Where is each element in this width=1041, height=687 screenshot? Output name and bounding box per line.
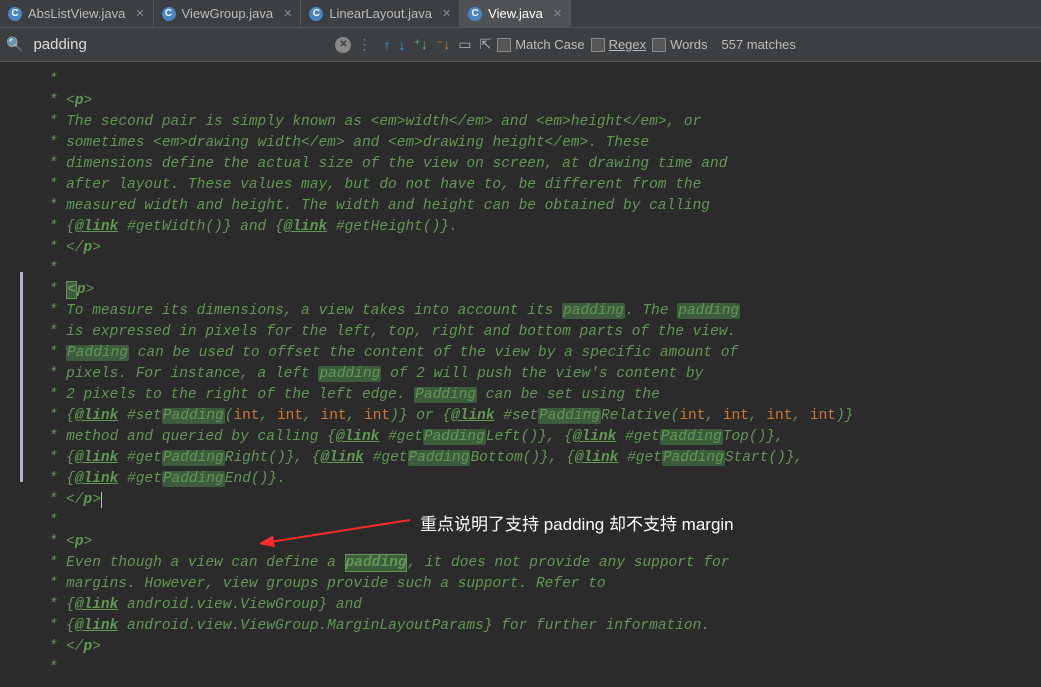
checkbox-icon <box>652 38 666 52</box>
remove-selection-icon[interactable]: ⁻↓ <box>436 36 450 53</box>
prev-match-icon[interactable]: ↑ <box>383 37 390 53</box>
editor-tabs: C AbsListView.java ✕ C ViewGroup.java ✕ … <box>0 0 1041 28</box>
code-line: * The second pair is simply known as <em… <box>40 112 1041 133</box>
tab-label: LinearLayout.java <box>329 6 432 21</box>
code-line: * {@link android.view.ViewGroup.MarginLa… <box>40 616 1041 637</box>
tab-label: ViewGroup.java <box>182 6 274 21</box>
code-line: * {@link #getPaddingEnd()}. <box>40 469 1041 490</box>
code-line: * </p> <box>40 637 1041 658</box>
words-toggle[interactable]: Words <box>652 37 707 52</box>
code-line: * </p> <box>40 490 1041 511</box>
tab-view[interactable]: C View.java ✕ <box>460 0 571 27</box>
close-icon[interactable]: ✕ <box>442 7 451 20</box>
code-line: * <p> <box>40 532 1041 553</box>
find-toolbar: ↑ ↓ ⁺↓ ⁻↓ ▭ ⇱ <box>383 36 491 53</box>
code-line: * after layout. These values may, but do… <box>40 175 1041 196</box>
code-line: * Even though a view can define a paddin… <box>40 553 1041 574</box>
checkbox-icon <box>497 38 511 52</box>
close-icon[interactable]: ✕ <box>283 7 292 20</box>
tab-label: AbsListView.java <box>28 6 125 21</box>
code-line: * pixels. For instance, a left padding o… <box>40 364 1041 385</box>
code-line: * 2 pixels to the right of the left edge… <box>40 385 1041 406</box>
code-editor[interactable]: * * <p> * The second pair is simply know… <box>0 62 1041 687</box>
code-line: * dimensions define the actual size of t… <box>40 154 1041 175</box>
code-line: * measured width and height. The width a… <box>40 196 1041 217</box>
code-line: * {@link #getPaddingRight()}, {@link #ge… <box>40 448 1041 469</box>
code-line: * {@link #getWidth()} and {@link #getHei… <box>40 217 1041 238</box>
code-line: * </p> <box>40 238 1041 259</box>
search-input[interactable] <box>29 32 329 57</box>
close-icon[interactable]: ✕ <box>553 7 562 20</box>
code-line: * margins. However, view groups provide … <box>40 574 1041 595</box>
class-icon: C <box>162 7 176 21</box>
close-icon[interactable]: ✕ <box>135 7 144 20</box>
divider: ⋮ <box>357 36 371 53</box>
code-line: * <p> <box>40 91 1041 112</box>
code-line: * {@link #setPadding(int, int, int, int)… <box>40 406 1041 427</box>
class-icon: C <box>8 7 22 21</box>
next-match-icon[interactable]: ↓ <box>398 37 405 53</box>
code-line: * sometimes <em>drawing width</em> and <… <box>40 133 1041 154</box>
code-line: * {@link android.view.ViewGroup} and <box>40 595 1041 616</box>
code-line: * is expressed in pixels for the left, t… <box>40 322 1041 343</box>
change-marker <box>20 272 23 482</box>
tab-linearlayout[interactable]: C LinearLayout.java ✕ <box>301 0 460 27</box>
add-selection-icon[interactable]: ⁺↓ <box>413 36 427 53</box>
tab-viewgroup[interactable]: C ViewGroup.java ✕ <box>154 0 302 27</box>
code-line: * Padding can be used to offset the cont… <box>40 343 1041 364</box>
code-line: * method and queried by calling {@link #… <box>40 427 1041 448</box>
code-line: * <box>40 70 1041 91</box>
search-icon: 🔍 <box>6 36 23 53</box>
regex-toggle[interactable]: Regex <box>591 37 647 52</box>
code-line: * To measure its dimensions, a view take… <box>40 301 1041 322</box>
class-icon: C <box>309 7 323 21</box>
match-case-toggle[interactable]: Match Case <box>497 37 584 52</box>
find-bar: 🔍 ✕ ⋮ ↑ ↓ ⁺↓ ⁻↓ ▭ ⇱ Match Case Regex Wor… <box>0 28 1041 62</box>
checkbox-icon <box>591 38 605 52</box>
clear-icon[interactable]: ✕ <box>335 37 351 53</box>
tab-label: View.java <box>488 6 543 21</box>
tab-abslistview[interactable]: C AbsListView.java ✕ <box>0 0 154 27</box>
code-line: * <box>40 658 1041 679</box>
select-all-icon[interactable]: ▭ <box>458 36 471 53</box>
match-count: 557 matches <box>721 37 795 52</box>
code-line: * <p> <box>40 280 1041 301</box>
annotation-text: 重点说明了支持 padding 却不支持 margin <box>420 510 734 535</box>
code-line: * <box>40 259 1041 280</box>
export-icon[interactable]: ⇱ <box>479 36 491 53</box>
class-icon: C <box>468 7 482 21</box>
